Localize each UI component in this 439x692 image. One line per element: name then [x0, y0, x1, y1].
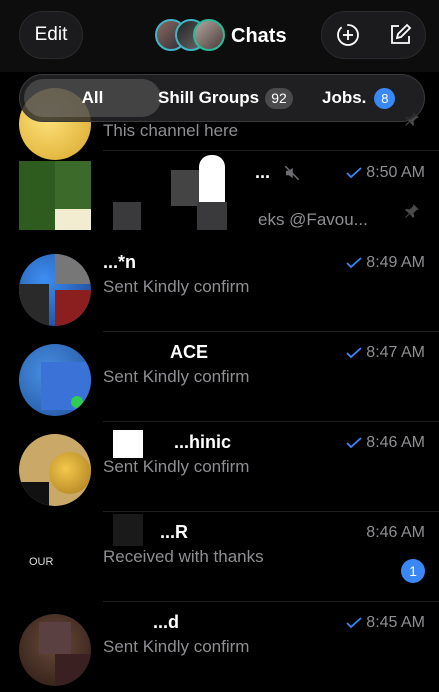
- redaction-mask: [103, 344, 169, 366]
- chat-row[interactable]: ...d 8:45 AM Sent Kindly confirm: [0, 602, 439, 692]
- chat-name: ...: [255, 162, 271, 182]
- chat-preview: Sent Kindly confirm: [103, 277, 250, 296]
- chat-time: 8:46 AM: [366, 434, 425, 451]
- tab-shill-groups[interactable]: Shill Groups 92: [158, 79, 294, 117]
- tab-label: Jobs.: [322, 88, 367, 107]
- read-check-icon: [346, 257, 362, 269]
- header-actions: [321, 11, 426, 59]
- pin-icon: [405, 204, 419, 218]
- read-check-icon: [346, 167, 362, 179]
- redaction-band: [0, 230, 439, 242]
- redaction-mask: [113, 202, 141, 232]
- story-avatar[interactable]: [193, 19, 225, 51]
- chat-row[interactable]: ...hinic 8:46 AM Sent Kindly confirm: [0, 422, 439, 512]
- tab-label: Shill Groups: [158, 88, 260, 107]
- compose-button[interactable]: [374, 12, 426, 58]
- avatar: OUR: [19, 524, 91, 596]
- tab-badge: 8: [374, 87, 396, 109]
- row-separator: [103, 150, 439, 151]
- read-check-icon: [346, 347, 362, 359]
- chat-time: 8:45 AM: [366, 614, 425, 631]
- tab-all[interactable]: All: [24, 79, 161, 117]
- chat-time: 8:47 AM: [366, 344, 425, 361]
- page-title-group[interactable]: Chats: [155, 17, 287, 55]
- muted-icon: [284, 165, 300, 181]
- read-check-icon: [346, 617, 362, 629]
- avatar: [19, 434, 91, 506]
- avatar: [19, 344, 91, 416]
- chat-time: 8:46 AM: [366, 524, 425, 541]
- chat-row[interactable]: OUR ...R 8:46 AM Received with thanks 1: [0, 512, 439, 602]
- unread-badge: 1: [401, 559, 425, 583]
- chat-name: ...hinic: [174, 432, 232, 452]
- chat-name: ACE: [170, 342, 209, 362]
- redaction-mask: [143, 434, 173, 456]
- nav-header: Edit Chats: [0, 0, 439, 72]
- read-check-icon: [346, 437, 362, 449]
- chat-preview: eks @Favou...: [258, 210, 368, 229]
- page-title: Chats: [231, 24, 287, 47]
- avatar-logo: OUR: [29, 556, 54, 568]
- stories-avatars[interactable]: [155, 17, 225, 55]
- avatar: [19, 614, 91, 686]
- avatar: [19, 254, 91, 326]
- edit-button[interactable]: Edit: [19, 11, 83, 59]
- folder-tabs: All Shill Groups 92 Jobs. 8: [19, 74, 425, 122]
- chat-preview: Sent Kindly confirm: [103, 637, 250, 656]
- redaction-mask: [113, 514, 143, 546]
- chat-preview: Received with thanks: [103, 547, 264, 566]
- chat-row[interactable]: ACE 8:47 AM Sent Kindly confirm: [0, 332, 439, 422]
- chat-preview: Sent Kindly confirm: [103, 367, 250, 386]
- add-story-icon: [337, 24, 359, 46]
- redaction-mask: [113, 430, 143, 458]
- redaction-mask: [197, 202, 227, 232]
- new-story-button[interactable]: [322, 12, 374, 58]
- chat-time: 8:49 AM: [366, 254, 425, 271]
- chat-row[interactable]: ...*n 8:49 AM Sent Kindly confirm: [0, 242, 439, 332]
- chat-time: 8:50 AM: [366, 164, 425, 181]
- chat-row[interactable]: ... 8:50 AM eks @Favou...: [0, 152, 439, 242]
- tab-badge: 92: [265, 87, 294, 109]
- compose-icon: [391, 23, 412, 44]
- chat-name: ...d: [153, 612, 179, 632]
- chat-preview: Sent Kindly confirm: [103, 457, 250, 476]
- chat-name: ...*n: [103, 252, 137, 272]
- chat-name: ...R: [160, 522, 189, 542]
- avatar: [19, 161, 91, 233]
- tab-jobs[interactable]: Jobs. 8: [322, 79, 396, 117]
- chat-preview: This channel here: [103, 121, 239, 140]
